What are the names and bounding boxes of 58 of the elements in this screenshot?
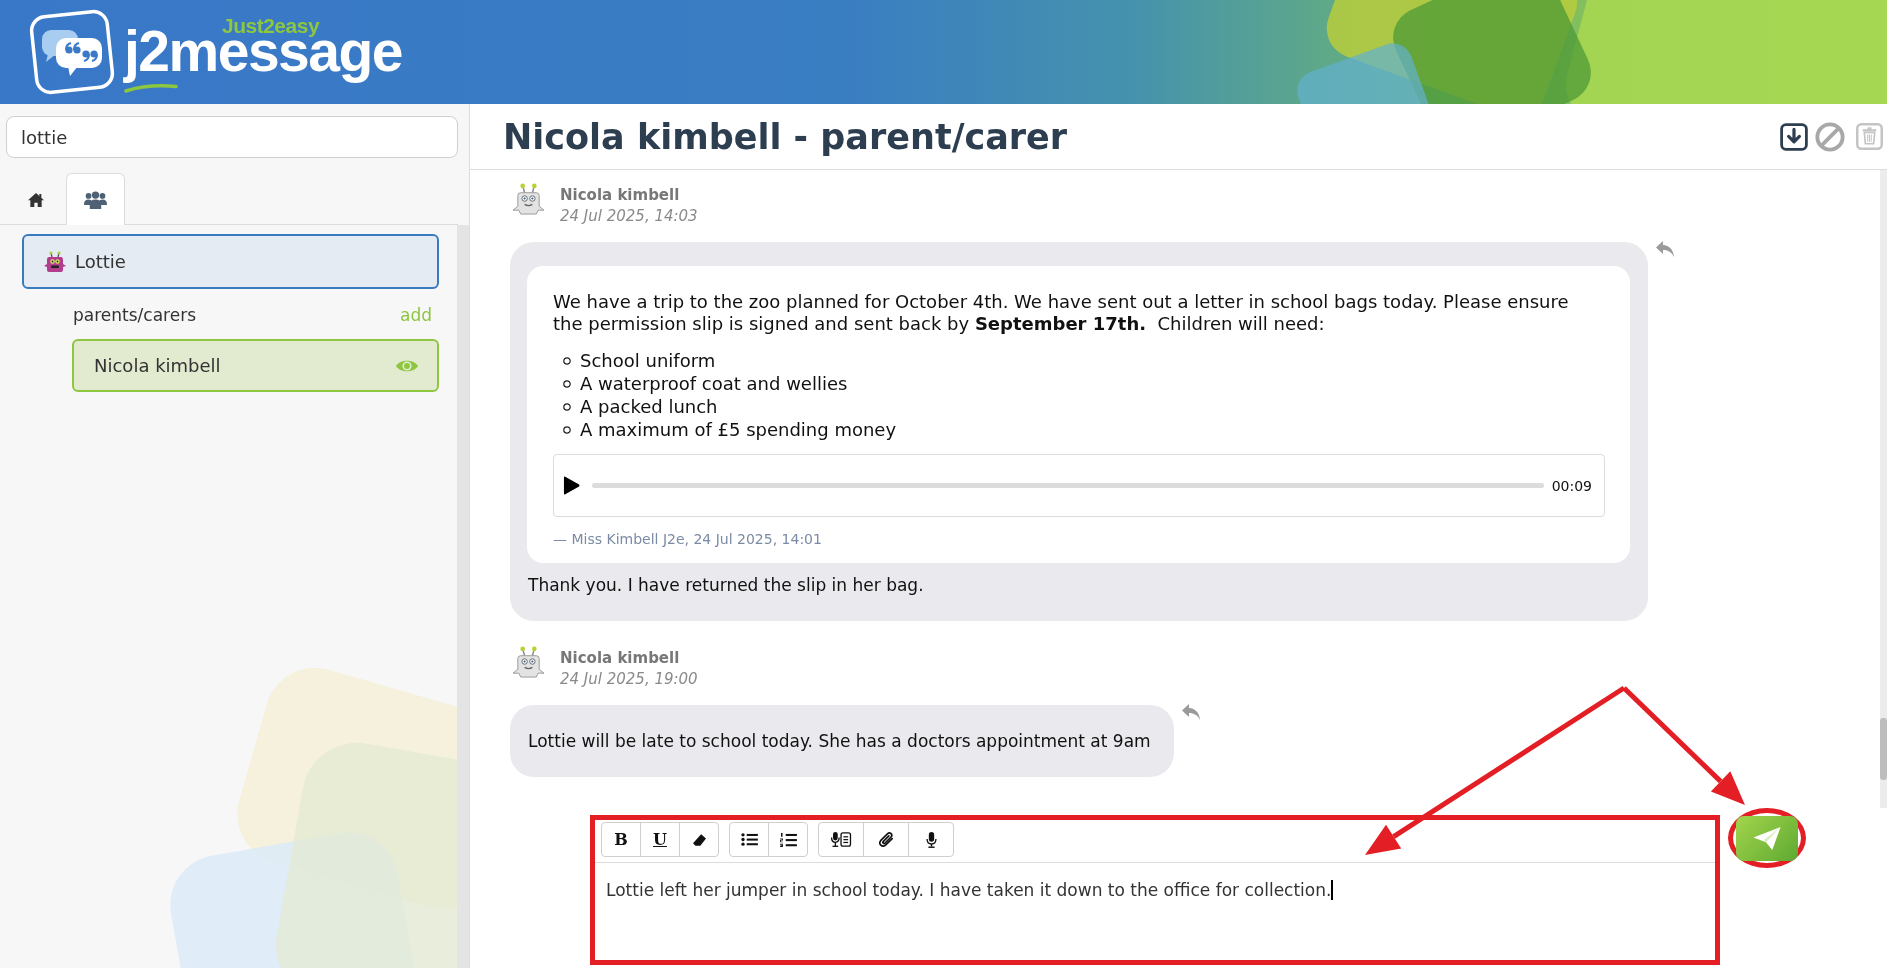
send-button[interactable] [1736, 815, 1798, 861]
message-text: Thank you. I have returned the slip in her bag. [527, 574, 925, 597]
record-button[interactable] [908, 822, 954, 857]
paperclip-icon [877, 831, 895, 848]
bullet-icon [563, 356, 571, 365]
microphone-icon [925, 831, 937, 848]
message-time: 24 Jul 2025, 19:00 [560, 669, 698, 690]
scrollbar[interactable] [457, 225, 469, 968]
message-input[interactable]: Lottie left her jumper in school today. I have taken it down to the office for collection. [595, 863, 1715, 960]
play-icon [563, 476, 580, 495]
quoted-text: We have a trip to the zoo planned for October 4th. We have sent out a letter in school bags today. Please ensure the permission slip is signed and sent back by September 17th. Children will need: [553, 291, 1570, 335]
list-item: A packed lunch [580, 395, 718, 418]
message-time: 24 Jul 2025, 14:03 [560, 206, 698, 227]
bullet-list-button[interactable] [729, 822, 769, 857]
trash-icon [1856, 123, 1883, 150]
group-label: parents/carers [73, 305, 196, 325]
dictation-button[interactable] [818, 822, 864, 857]
bullet-icon [563, 402, 571, 411]
swoosh-icon [124, 84, 178, 93]
home-icon [28, 193, 44, 207]
bullet-icon [563, 425, 571, 434]
numbered-list-button[interactable] [768, 822, 808, 857]
reply-icon[interactable] [1180, 703, 1201, 721]
underline-button[interactable]: U [640, 822, 680, 857]
bullet-list-icon [740, 833, 758, 846]
pupil-item[interactable]: Lottie [22, 234, 439, 289]
message-text: Lottie will be late to school today. She has a doctors appointment at 9am [528, 730, 1151, 752]
robot-avatar-icon [512, 183, 545, 216]
list-item: A waterproof coat and wellies [580, 372, 848, 395]
contact-item[interactable]: Nicola kimbell [72, 339, 439, 392]
monster-avatar-icon [44, 250, 66, 273]
logo-icon [28, 8, 116, 96]
scrollbar[interactable] [1880, 170, 1887, 808]
reply-icon[interactable] [1655, 240, 1675, 258]
list-item: A maximum of £5 spending money [580, 418, 897, 441]
robot-avatar-icon [512, 646, 545, 679]
sidebar-tab[interactable] [66, 173, 125, 225]
quote-attribution: — Miss Kimbell J2e, 24 Jul 2025, 14:01 [553, 530, 823, 548]
download-button[interactable] [1780, 122, 1808, 151]
microphone-document-icon [830, 831, 852, 848]
eraser-icon [692, 833, 706, 846]
conversation-title: Nicola kimbell - parent/carer [503, 116, 1068, 157]
audio-duration: 00:09 [1551, 477, 1592, 494]
sender-name: Nicola kimbell [560, 185, 681, 205]
bullet-icon [563, 379, 571, 388]
ban-icon [1815, 121, 1845, 152]
people-icon [84, 190, 107, 209]
bold-button[interactable]: B [601, 822, 641, 857]
list-item: School uniform [580, 349, 716, 372]
send-icon [1753, 826, 1781, 850]
attach-button[interactable] [863, 822, 909, 857]
play-button[interactable] [563, 476, 580, 495]
search-field[interactable]: lottie [6, 116, 458, 158]
numbered-list-icon [779, 832, 797, 847]
sender-name: Nicola kimbell [560, 648, 681, 668]
clear-format-button[interactable] [679, 822, 719, 857]
download-icon [1780, 122, 1808, 151]
audio-progress-track[interactable] [592, 483, 1544, 488]
